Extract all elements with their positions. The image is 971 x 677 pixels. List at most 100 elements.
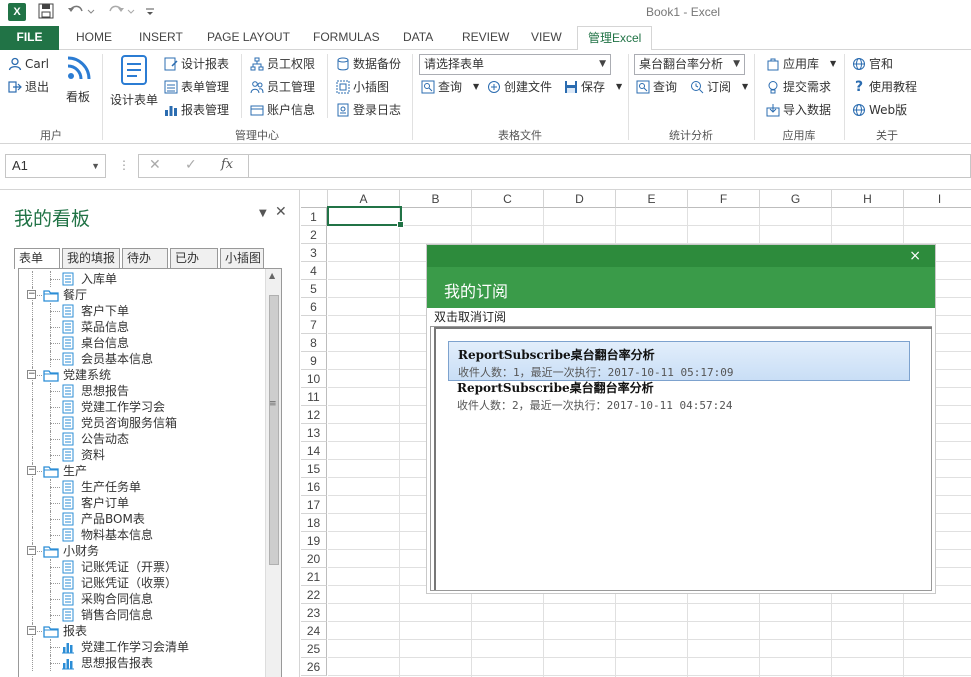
row-header[interactable]: 8 <box>301 334 327 352</box>
panel-tab-my-submissions[interactable]: 我的填报 <box>62 248 120 268</box>
collapse-icon[interactable]: − <box>27 370 36 379</box>
staff-mgmt-button[interactable]: 员工管理 <box>250 77 315 97</box>
tree-item[interactable]: 桌台信息 <box>19 335 267 351</box>
customize-qat-icon[interactable] <box>145 3 155 22</box>
column-header[interactable]: E <box>616 190 688 208</box>
tab-view[interactable]: VIEW <box>531 26 562 50</box>
stats-query-button[interactable]: 查询 <box>636 77 677 97</box>
save-file-button[interactable]: 保存 ▼ <box>564 77 622 97</box>
column-header[interactable]: H <box>832 190 904 208</box>
staff-perm-button[interactable]: 员工权限 <box>250 54 315 74</box>
tab-page-layout[interactable]: PAGE LAYOUT <box>207 26 290 50</box>
submit-req-button[interactable]: 提交需求 <box>766 77 831 97</box>
column-header[interactable]: I <box>904 190 971 208</box>
tree-item[interactable]: 记账凭证（收票） <box>19 575 267 591</box>
column-header[interactable]: C <box>472 190 544 208</box>
formula-input[interactable] <box>249 154 971 178</box>
save-icon[interactable] <box>38 3 54 22</box>
board-button[interactable]: 看板 <box>62 54 94 105</box>
tree-item[interactable]: 会员基本信息 <box>19 351 267 367</box>
tree-item[interactable]: 党建工作学习会 <box>19 399 267 415</box>
tree-folder[interactable]: − 餐厅 <box>19 287 267 303</box>
panel-tab-small-chart[interactable]: 小插图 <box>220 248 264 268</box>
row-header[interactable]: 5 <box>301 280 327 298</box>
row-header[interactable]: 2 <box>301 226 327 244</box>
tree-item[interactable]: 物料基本信息 <box>19 527 267 543</box>
tree-item[interactable]: 菜品信息 <box>19 319 267 335</box>
scroll-thumb[interactable] <box>269 295 279 565</box>
tab-home[interactable]: HOME <box>76 26 112 50</box>
logout-button[interactable]: 退出 <box>8 77 49 97</box>
row-header[interactable]: 10 <box>301 370 327 388</box>
collapse-icon[interactable]: − <box>27 546 36 555</box>
tree-item[interactable]: 党员咨询服务信箱 <box>19 415 267 431</box>
panel-tab-done[interactable]: 已办 <box>170 248 218 268</box>
row-header[interactable]: 18 <box>301 514 327 532</box>
tab-manage-excel[interactable]: 管理Excel <box>577 26 653 51</box>
tree-item[interactable]: 产品BOM表 <box>19 511 267 527</box>
data-backup-button[interactable]: 数据备份 <box>336 54 401 74</box>
tutorial-button[interactable]: ? 使用教程 <box>852 77 917 97</box>
tab-review[interactable]: REVIEW <box>462 26 509 50</box>
report-mgmt-button[interactable]: 报表管理 <box>164 100 229 120</box>
tree-item[interactable]: 思想报告 <box>19 383 267 399</box>
import-data-button[interactable]: 导入数据 <box>766 100 831 120</box>
collapse-icon[interactable]: − <box>27 466 36 475</box>
tree-item[interactable]: 入库单 <box>19 271 267 287</box>
form-select[interactable]: 请选择表单 ▼ <box>419 54 611 75</box>
enter-icon[interactable]: ✓ <box>185 157 197 173</box>
tab-data[interactable]: DATA <box>403 26 433 50</box>
row-header[interactable]: 6 <box>301 298 327 316</box>
row-header[interactable]: 14 <box>301 442 327 460</box>
row-header[interactable]: 4 <box>301 262 327 280</box>
subscribe-button[interactable]: 订阅 ▼ <box>690 77 748 97</box>
tree-item[interactable]: 销售合同信息 <box>19 607 267 623</box>
panel-tab-todo[interactable]: 待办 <box>122 248 168 268</box>
row-header[interactable]: 11 <box>301 388 327 406</box>
row-header[interactable]: 12 <box>301 406 327 424</box>
small-chart-button[interactable]: 小插图 <box>336 77 389 97</box>
user-button[interactable]: Carl <box>8 54 49 74</box>
row-header[interactable]: 3 <box>301 244 327 262</box>
create-file-button[interactable]: 创建文件 <box>487 77 552 97</box>
file-query-button[interactable]: 查询 ▼ <box>421 77 479 97</box>
tree-item[interactable]: 生产任务单 <box>19 479 267 495</box>
tree-item[interactable]: 党建工作学习会清单 <box>19 639 267 655</box>
form-mgmt-button[interactable]: 表单管理 <box>164 77 229 97</box>
column-header[interactable]: B <box>400 190 472 208</box>
tree-item[interactable]: 公告动态 <box>19 431 267 447</box>
column-header[interactable]: G <box>760 190 832 208</box>
row-header[interactable]: 22 <box>301 586 327 604</box>
analysis-select[interactable]: 桌台翻台率分析 ▼ <box>634 54 745 75</box>
collapse-icon[interactable]: − <box>27 290 36 299</box>
panel-menu-icon[interactable]: ▼ <box>259 208 267 219</box>
tree-item[interactable]: 思想报告报表 <box>19 655 267 671</box>
fx-icon[interactable]: fx <box>221 157 233 172</box>
tree-item[interactable]: 客户订单 <box>19 495 267 511</box>
row-header[interactable]: 24 <box>301 622 327 640</box>
undo-icon[interactable] <box>66 3 96 22</box>
tab-file[interactable]: FILE <box>0 26 59 50</box>
cancel-icon[interactable]: ✕ <box>149 157 161 173</box>
tree-folder[interactable]: − 生产 <box>19 463 267 479</box>
row-header[interactable]: 16 <box>301 478 327 496</box>
tree-item[interactable]: 记账凭证（开票） <box>19 559 267 575</box>
tab-formulas[interactable]: FORMULAS <box>313 26 380 50</box>
row-header[interactable]: 26 <box>301 658 327 676</box>
design-form-button[interactable]: 设计表单 <box>108 54 160 108</box>
row-header[interactable]: 19 <box>301 532 327 550</box>
app-store-button[interactable]: 应用库 ▼ <box>766 54 836 74</box>
column-header[interactable]: D <box>544 190 616 208</box>
redo-icon[interactable] <box>108 3 138 22</box>
scroll-up-icon[interactable]: ▲ <box>269 271 275 280</box>
tree-item[interactable]: 客户下单 <box>19 303 267 319</box>
close-icon[interactable]: × <box>909 248 921 264</box>
official-site-button[interactable]: 官和 <box>852 54 893 74</box>
tree-folder[interactable]: − 党建系统 <box>19 367 267 383</box>
web-version-button[interactable]: Web版 <box>852 100 907 120</box>
subscription-item[interactable]: ReportSubscribe桌台翻台率分析 收件人数：2，最近一次执行：201… <box>448 375 910 415</box>
row-header[interactable]: 9 <box>301 352 327 370</box>
tab-insert[interactable]: INSERT <box>139 26 183 50</box>
row-header[interactable]: 21 <box>301 568 327 586</box>
panel-tab-forms[interactable]: 表单 <box>14 248 60 269</box>
